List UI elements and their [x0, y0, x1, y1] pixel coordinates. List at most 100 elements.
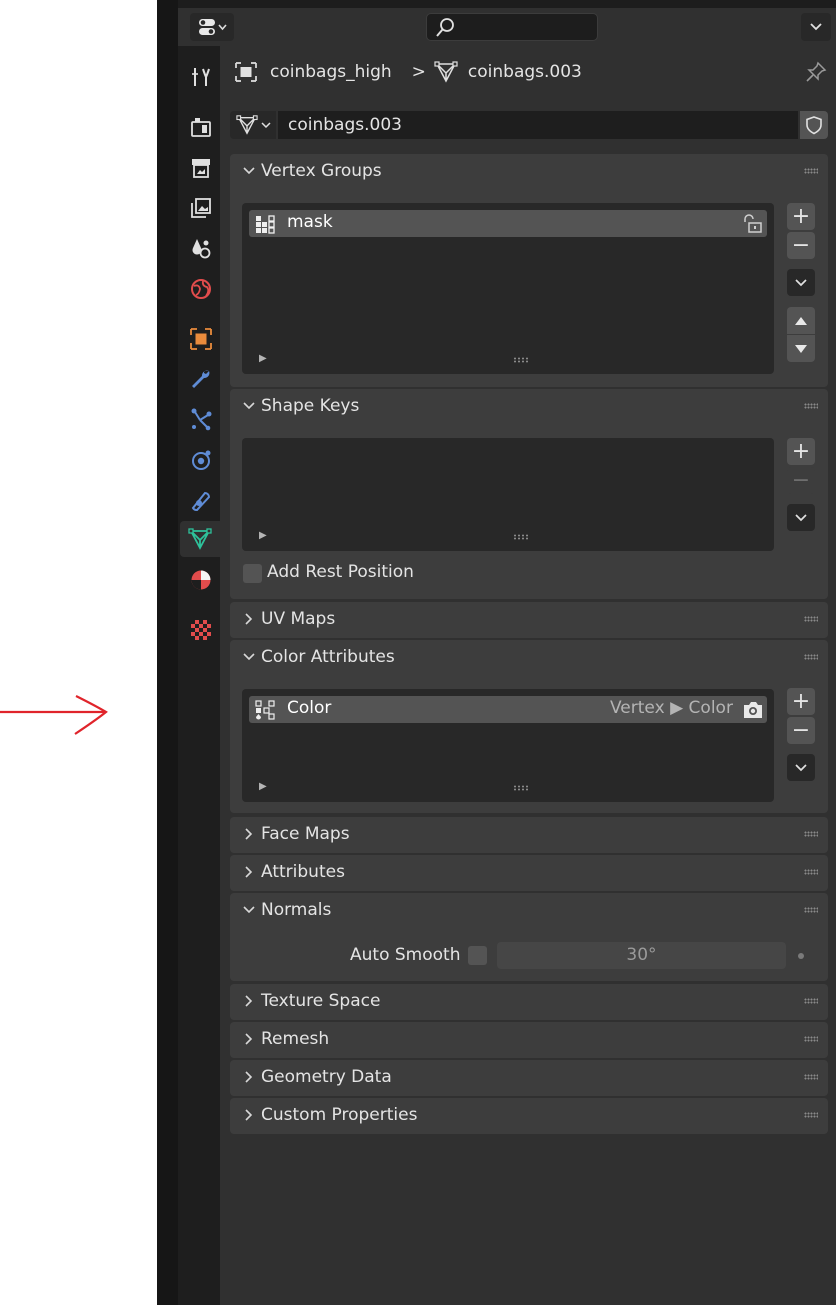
remove-color-attribute-button[interactable]: − — [787, 717, 815, 744]
tab-modifiers[interactable] — [183, 361, 219, 397]
chevron-down-icon — [243, 167, 255, 175]
remesh-title: Remesh — [261, 1029, 330, 1049]
color-attribute-domain: Vertex ▶ Color — [610, 698, 733, 718]
drag-grip-icon[interactable] — [804, 1074, 818, 1080]
material-icon — [191, 570, 211, 590]
tab-view-layer[interactable] — [183, 190, 219, 226]
chevron-down-icon — [795, 513, 807, 521]
vertex-group-specials-button[interactable] — [787, 269, 815, 296]
shape-key-specials-button[interactable] — [787, 504, 815, 531]
triangle-up-icon — [795, 316, 807, 325]
tab-object[interactable] — [183, 321, 219, 357]
uv-maps-title: UV Maps — [261, 609, 336, 629]
vertex-groups-header[interactable]: Vertex Groups — [230, 154, 828, 190]
auto-smooth-angle-field: 30° — [497, 942, 786, 969]
color-attribute-row[interactable]: Color Vertex ▶ Color — [249, 696, 767, 723]
mesh-data-icon — [188, 528, 212, 550]
shape-keys-header[interactable]: Shape Keys — [230, 389, 828, 425]
triangle-down-icon — [795, 344, 807, 353]
tab-scene[interactable] — [183, 230, 219, 266]
tab-tool[interactable] — [183, 59, 219, 95]
normals-header[interactable]: Normals — [230, 893, 828, 929]
chevron-down-icon — [795, 763, 807, 771]
breadcrumb: coinbags_high > coinbags.003 — [234, 58, 594, 86]
face-maps-header[interactable]: Face Maps — [230, 817, 828, 853]
drag-grip-icon[interactable] — [804, 1112, 818, 1118]
geometry-data-title: Geometry Data — [261, 1067, 392, 1087]
drag-grip-icon[interactable] — [804, 869, 818, 875]
breadcrumb-object-name: coinbags_high — [270, 62, 392, 82]
move-down-button[interactable] — [787, 335, 815, 362]
drag-grip-icon[interactable] — [804, 654, 818, 660]
object-icon — [235, 62, 257, 82]
auto-smooth-checkbox[interactable] — [468, 946, 487, 965]
fake-user-button[interactable] — [800, 111, 828, 139]
chevron-down-icon — [795, 278, 807, 286]
remesh-header[interactable]: Remesh — [230, 1022, 828, 1058]
tab-physics[interactable] — [183, 442, 219, 478]
drag-grip-icon[interactable] — [804, 616, 818, 622]
mesh-name-field[interactable]: coinbags.003 — [278, 111, 798, 139]
keyframe-dot-icon[interactable] — [798, 953, 804, 959]
tab-particles[interactable] — [183, 401, 219, 437]
editor-type-button[interactable] — [190, 13, 234, 41]
color-attributes-header[interactable]: Color Attributes — [230, 640, 828, 676]
list-filter-toggle[interactable]: ▶ — [259, 353, 267, 364]
color-attribute-name[interactable]: Color — [287, 698, 331, 718]
add-shape-key-button[interactable]: + — [787, 438, 815, 465]
texture-space-header[interactable]: Texture Space — [230, 984, 828, 1020]
tab-render[interactable] — [183, 109, 219, 145]
search-icon — [436, 18, 454, 37]
panel-normals: Normals Auto Smooth 30° — [230, 893, 828, 981]
drag-grip-icon[interactable] — [804, 998, 818, 1004]
list-filter-toggle[interactable]: ▶ — [259, 781, 267, 792]
vertex-group-name[interactable]: mask — [287, 212, 333, 232]
chevron-down-icon — [810, 23, 822, 31]
tab-world[interactable] — [183, 271, 219, 307]
geometry-data-header[interactable]: Geometry Data — [230, 1060, 828, 1096]
drag-grip-icon[interactable] — [804, 403, 818, 409]
tab-material[interactable] — [183, 562, 219, 598]
remove-vertex-group-button[interactable]: − — [787, 232, 815, 259]
color-attribute-specials-button[interactable] — [787, 754, 815, 781]
panel-geometry-data: Geometry Data — [230, 1060, 828, 1096]
search-input[interactable] — [426, 13, 598, 41]
tab-constraints[interactable] — [183, 482, 219, 518]
pin-icon[interactable] — [804, 60, 828, 84]
vertex-group-list: mask ▶ — [242, 203, 774, 374]
add-vertex-group-button[interactable]: + — [787, 203, 815, 230]
vertex-group-icon — [256, 215, 275, 234]
chevron-down-icon — [243, 402, 255, 410]
constraints-icon — [191, 491, 211, 512]
drag-grip-icon[interactable] — [804, 831, 818, 837]
tab-data[interactable] — [180, 521, 220, 557]
mesh-data-icon — [434, 61, 458, 83]
tab-texture[interactable] — [183, 612, 219, 648]
browse-mesh-button[interactable] — [230, 111, 276, 139]
add-rest-position-checkbox[interactable] — [243, 564, 262, 583]
panel-shape-keys: Shape Keys ▶ + − Add Rest Position — [230, 389, 828, 599]
options-dropdown-button[interactable] — [801, 13, 831, 41]
mesh-datablock-selector: coinbags.003 — [230, 111, 828, 139]
custom-properties-header[interactable]: Custom Properties — [230, 1098, 828, 1134]
tab-output[interactable] — [183, 150, 219, 186]
chevron-right-icon — [245, 1071, 253, 1083]
list-resize-grip[interactable] — [513, 534, 529, 540]
remove-shape-key-button: − — [787, 467, 815, 494]
vertex-group-row[interactable]: mask — [249, 210, 767, 237]
drag-grip-icon[interactable] — [804, 168, 818, 174]
move-up-button[interactable] — [787, 307, 815, 334]
chevron-right-icon — [245, 1109, 253, 1121]
unlock-icon[interactable] — [742, 214, 764, 234]
list-resize-grip[interactable] — [513, 357, 529, 363]
object-icon — [190, 328, 212, 350]
attributes-header[interactable]: Attributes — [230, 855, 828, 891]
uv-maps-header[interactable]: UV Maps — [230, 602, 828, 638]
list-filter-toggle[interactable]: ▶ — [259, 530, 267, 541]
add-color-attribute-button[interactable]: + — [787, 688, 815, 715]
camera-icon[interactable] — [742, 700, 764, 720]
drag-grip-icon[interactable] — [804, 907, 818, 913]
list-resize-grip[interactable] — [513, 785, 529, 791]
panel-texture-space: Texture Space — [230, 984, 828, 1020]
drag-grip-icon[interactable] — [804, 1036, 818, 1042]
